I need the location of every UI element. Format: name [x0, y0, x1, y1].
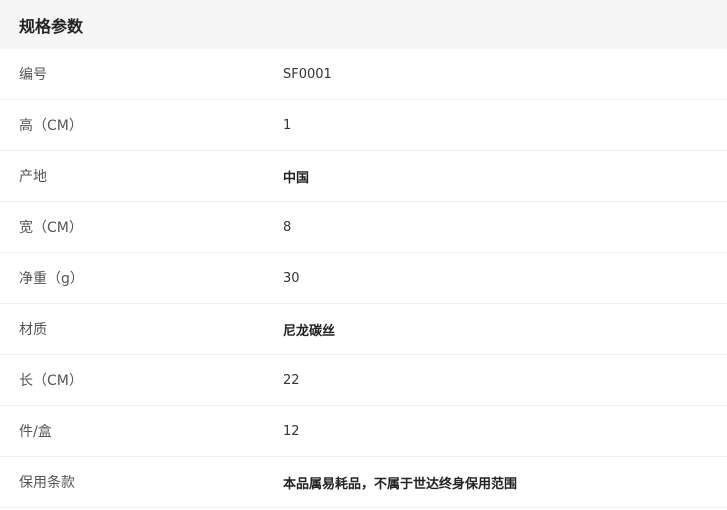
spec-row-length: 长（CM） 22 — [0, 355, 727, 406]
spec-panel: 规格参数 编号 SF0001 高（CM） 1 产地 中国 宽（CM） 8 净重（… — [0, 0, 727, 510]
spec-label: 编号 — [19, 67, 47, 83]
spec-title: 规格参数 — [19, 16, 84, 36]
spec-label: 件/盒 — [19, 424, 52, 440]
spec-value: 8 — [283, 219, 292, 235]
spec-label: 材质 — [19, 322, 47, 338]
spec-row-warranty: 保用条款 本品属易耗品，不属于世达终身保用范围 — [0, 457, 727, 508]
spec-value: 30 — [283, 270, 300, 286]
spec-label: 净重（g） — [19, 271, 84, 287]
spec-row-id: 编号 SF0001 — [0, 49, 727, 100]
spec-value: 本品属易耗品，不属于世达终身保用范围 — [283, 476, 518, 492]
spec-value: 1 — [283, 117, 292, 133]
spec-label: 高（CM） — [19, 118, 83, 134]
spec-row-width: 宽（CM） 8 — [0, 202, 727, 253]
spec-label: 长（CM） — [19, 373, 83, 389]
spec-header: 规格参数 — [0, 0, 727, 49]
spec-label: 保用条款 — [19, 475, 75, 491]
spec-value: SF0001 — [283, 66, 332, 82]
spec-row-material: 材质 尼龙碳丝 — [0, 304, 727, 355]
spec-row-net-weight: 净重（g） 30 — [0, 253, 727, 304]
spec-row-height: 高（CM） 1 — [0, 100, 727, 151]
spec-table: 编号 SF0001 高（CM） 1 产地 中国 宽（CM） 8 净重（g） 30… — [0, 49, 727, 508]
spec-label: 产地 — [19, 169, 47, 185]
spec-row-origin: 产地 中国 — [0, 151, 727, 202]
spec-row-pieces-per-box: 件/盒 12 — [0, 406, 727, 457]
spec-label: 宽（CM） — [19, 220, 83, 236]
spec-value: 中国 — [283, 170, 310, 186]
spec-value: 尼龙碳丝 — [283, 323, 336, 339]
spec-value: 12 — [283, 423, 300, 439]
spec-value: 22 — [283, 372, 300, 388]
